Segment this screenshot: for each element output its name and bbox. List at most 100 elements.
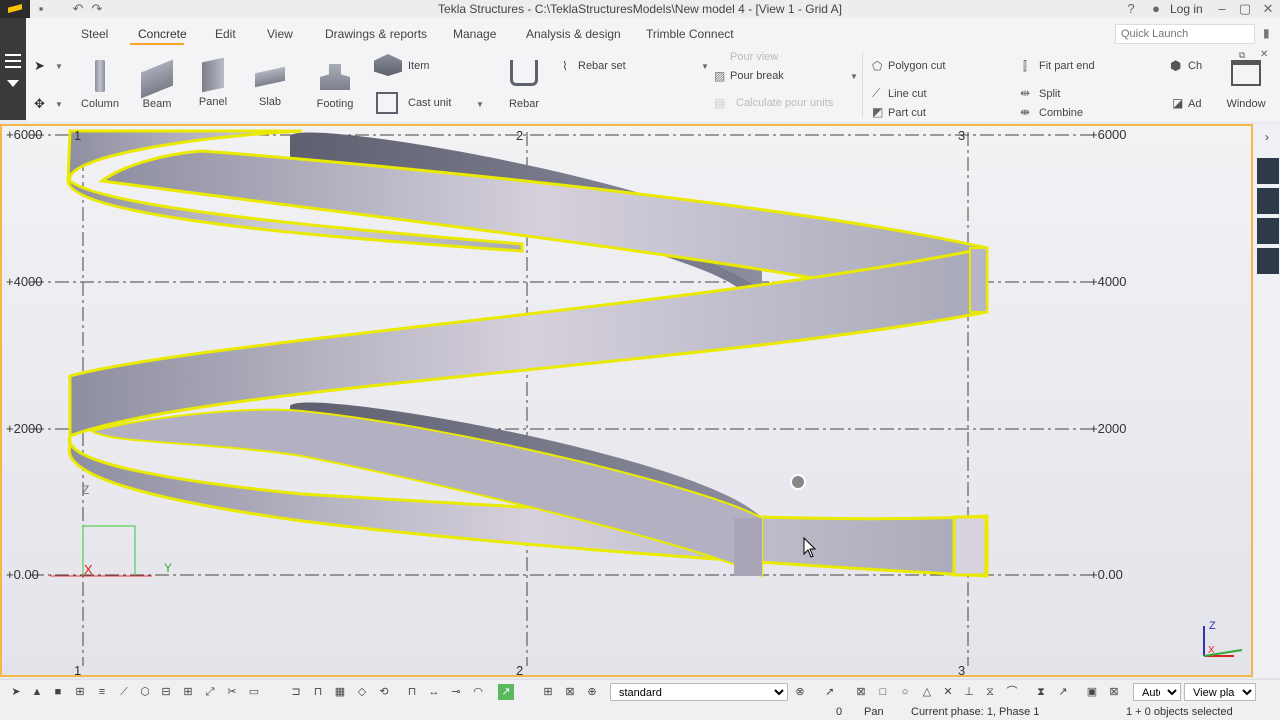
ad-button[interactable]: Ad [1188, 98, 1201, 110]
select-arrow-icon[interactable]: ➤ [34, 58, 45, 74]
select-welds-icon[interactable]: ⊟ [158, 684, 174, 700]
select-rebar-icon[interactable]: ⊐ [288, 684, 304, 700]
cast-unit-icon[interactable] [376, 92, 398, 114]
chevron-down-icon[interactable]: ▼ [55, 100, 63, 109]
slab-button[interactable]: Slab [248, 60, 292, 108]
zoom-icon[interactable]: ⊕ [584, 684, 600, 700]
select-views-icon[interactable]: ▭ [246, 684, 262, 700]
select-assembly-icon[interactable]: ⊓ [310, 684, 326, 700]
split-icon[interactable]: ⇹ [1020, 86, 1030, 100]
chevron-down-icon[interactable] [7, 80, 19, 87]
split-button[interactable]: Split [1039, 88, 1060, 100]
user-icon[interactable]: ● [1148, 1, 1164, 17]
chevron-down-icon[interactable]: ▼ [476, 100, 484, 109]
part-cut-icon[interactable]: ◩ [872, 105, 883, 119]
handle-point[interactable] [790, 474, 806, 490]
snap-box-icon[interactable]: ▣ [1084, 684, 1100, 700]
change-icon[interactable]: ⬢ [1170, 58, 1181, 74]
select-gridline-icon[interactable]: ≡ [94, 684, 110, 700]
part-cut-button[interactable]: Part cut [888, 107, 926, 119]
snap-any-icon[interactable]: ⧖ [982, 684, 998, 700]
snap-mid-icon[interactable]: ↔ [426, 684, 442, 700]
tab-steel[interactable]: Steel [81, 27, 108, 41]
chevron-down-icon[interactable]: ▼ [55, 62, 63, 71]
snap-grid-icon[interactable]: ⊞ [540, 684, 556, 700]
snap-intersection-icon[interactable]: △ [919, 684, 935, 700]
selection-filter-select[interactable]: standard [610, 683, 788, 701]
select-line-icon[interactable]: ⟋ [116, 684, 132, 700]
polygon-cut-button[interactable]: Polygon cut [888, 60, 945, 72]
panel-button[interactable]: Panel [191, 57, 235, 108]
tab-manage[interactable]: Manage [453, 27, 496, 41]
select-surface-treatment-icon[interactable]: ▦ [332, 684, 348, 700]
chevron-down-icon[interactable]: ▼ [850, 72, 858, 81]
select-plane-icon[interactable]: ◇ [354, 684, 370, 700]
view-restore-icon[interactable]: ⧉ [1239, 50, 1245, 61]
pour-view-button[interactable]: Pour view [730, 51, 778, 63]
status-phase[interactable]: Current phase: 1, Phase 1 [911, 706, 1039, 718]
snap-extend-icon[interactable]: ⊠ [562, 684, 578, 700]
spiral-ramp[interactable] [66, 129, 989, 578]
rebar-button[interactable]: Rebar [504, 60, 544, 110]
calculate-icon[interactable]: ▤ [714, 96, 725, 110]
footing-button[interactable]: Footing [312, 60, 358, 110]
calculate-pour-units-button[interactable]: Calculate pour units [736, 97, 833, 109]
snap-geometry-icon[interactable]: □ [875, 684, 891, 700]
filter-settings-icon[interactable]: ⊗ [792, 684, 808, 700]
polygon-cut-icon[interactable]: ⬠ [872, 59, 882, 73]
snap-nearest-icon[interactable]: ⊥ [961, 684, 977, 700]
tab-drawings-reports[interactable]: Drawings & reports [325, 27, 427, 41]
properties-icon[interactable] [1257, 158, 1279, 184]
combine-button[interactable]: Combine [1039, 107, 1083, 119]
snap-free-icon[interactable]: ⧗ [1033, 684, 1049, 700]
select-grid-icon[interactable]: ⊞ [72, 684, 88, 700]
beam-button[interactable]: Beam [135, 59, 179, 110]
snap-ref-lines-icon[interactable]: ⊠ [853, 684, 869, 700]
tab-trimble-connect[interactable]: Trimble Connect [646, 27, 734, 41]
tab-concrete[interactable]: Concrete [138, 27, 187, 41]
settings-icon[interactable] [1257, 188, 1279, 214]
hamburger-icon[interactable] [5, 54, 21, 56]
select-parts-icon[interactable]: ▲ [29, 684, 45, 700]
snap-perpendicular-icon[interactable]: ✕ [940, 684, 956, 700]
item-button[interactable]: Item [408, 60, 429, 72]
item-icon[interactable] [374, 54, 402, 76]
snap-cross-icon[interactable]: ⊠ [1106, 684, 1122, 700]
snap-arc-icon[interactable]: ◠ [470, 684, 486, 700]
select-surface-icon[interactable]: ■ [50, 684, 66, 700]
snap-orthogonal-icon[interactable]: ↗ [1055, 684, 1071, 700]
tab-analysis-design[interactable]: Analysis & design [526, 27, 621, 41]
combine-icon[interactable]: ⇼ [1020, 105, 1030, 119]
select-reference-icon[interactable]: ⟲ [376, 684, 392, 700]
pour-break-button[interactable]: Pour break [730, 70, 784, 82]
rebar-set-button[interactable]: Rebar set [578, 60, 626, 72]
catalog-icon[interactable] [1257, 218, 1279, 244]
snap-end-icon[interactable]: ⊓ [404, 684, 420, 700]
cast-unit-button[interactable]: Cast unit [408, 97, 451, 109]
column-button[interactable]: Column [80, 60, 120, 110]
scroll-tabs-icon[interactable]: ▮ [1263, 26, 1277, 40]
snap-tangent-icon[interactable]: ⌒ [1004, 684, 1020, 700]
select-cursor-icon[interactable]: ➚ [822, 684, 838, 700]
add-icon[interactable]: ◪ [1172, 96, 1183, 110]
views-icon[interactable] [1257, 248, 1279, 274]
select-points-icon[interactable]: ⤢ [202, 684, 218, 700]
tab-edit[interactable]: Edit [215, 27, 236, 41]
close-icon[interactable]: ✕ [1260, 1, 1276, 17]
chevron-down-icon[interactable]: ▼ [701, 62, 709, 71]
login-link[interactable]: Log in [1170, 2, 1203, 16]
ch-button[interactable]: Ch [1188, 60, 1202, 72]
window-button[interactable]: Window [1222, 60, 1270, 110]
snap-points-icon[interactable]: ↗ [498, 684, 514, 700]
quick-launch-input[interactable] [1115, 24, 1255, 44]
line-cut-button[interactable]: Line cut [888, 88, 927, 100]
pour-break-icon[interactable]: ▨ [714, 69, 725, 83]
snap-line-icon[interactable]: ⊸ [448, 684, 464, 700]
maximize-icon[interactable]: ▢ [1237, 1, 1253, 17]
snap-depth-select[interactable]: Auto [1133, 683, 1181, 701]
plane-select[interactable]: View plane [1184, 683, 1256, 701]
view-close-icon[interactable]: ✕ [1260, 49, 1268, 60]
minimize-icon[interactable]: – [1214, 1, 1230, 17]
model-view[interactable]: +6000 +4000 +2000 +0.00 +6000 +4000 +200… [0, 124, 1253, 678]
collapse-pane-icon[interactable]: › [1265, 130, 1269, 144]
